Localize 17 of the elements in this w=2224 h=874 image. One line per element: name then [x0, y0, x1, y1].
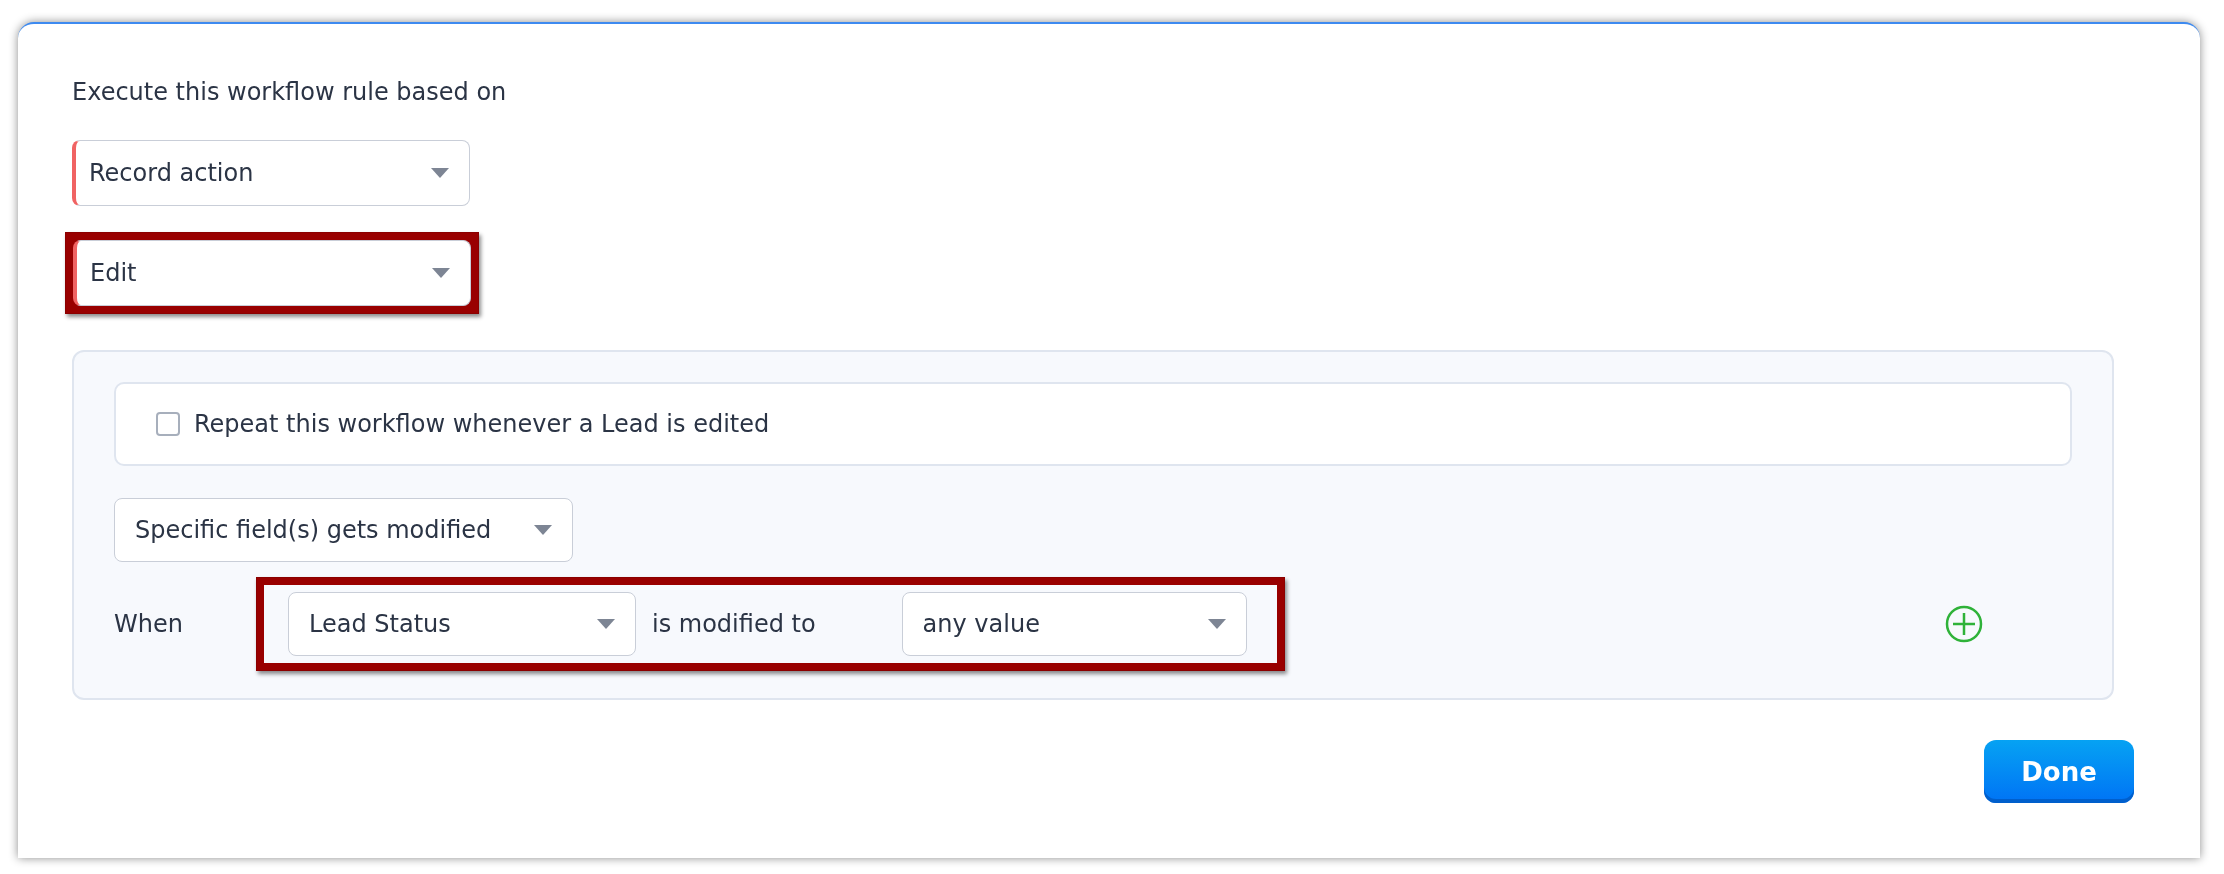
dropdown[interactable]: any value	[901, 592, 1247, 656]
dropdown[interactable]: Edit	[73, 240, 471, 306]
dropdown[interactable]: Record action	[72, 140, 470, 206]
caret-icon	[431, 168, 449, 178]
caret-icon	[1207, 619, 1226, 629]
add-icon[interactable]	[1945, 605, 1983, 643]
caret-icon	[597, 619, 615, 629]
checkbox[interactable]	[156, 412, 180, 436]
caret-icon	[432, 268, 450, 278]
heading: Execute this workflow rule based on	[72, 77, 508, 108]
checkbox-label: Repeat this workflow whenever a Lead is edited	[194, 410, 770, 438]
dropdown[interactable]: Specific field(s) gets modified	[114, 498, 573, 562]
dropdown[interactable]: Lead Status	[288, 592, 636, 656]
done-button[interactable]: Done	[1984, 740, 2134, 803]
caret-icon	[534, 525, 552, 535]
when-label: When	[114, 610, 184, 638]
operator-text: is modified to	[652, 610, 816, 638]
